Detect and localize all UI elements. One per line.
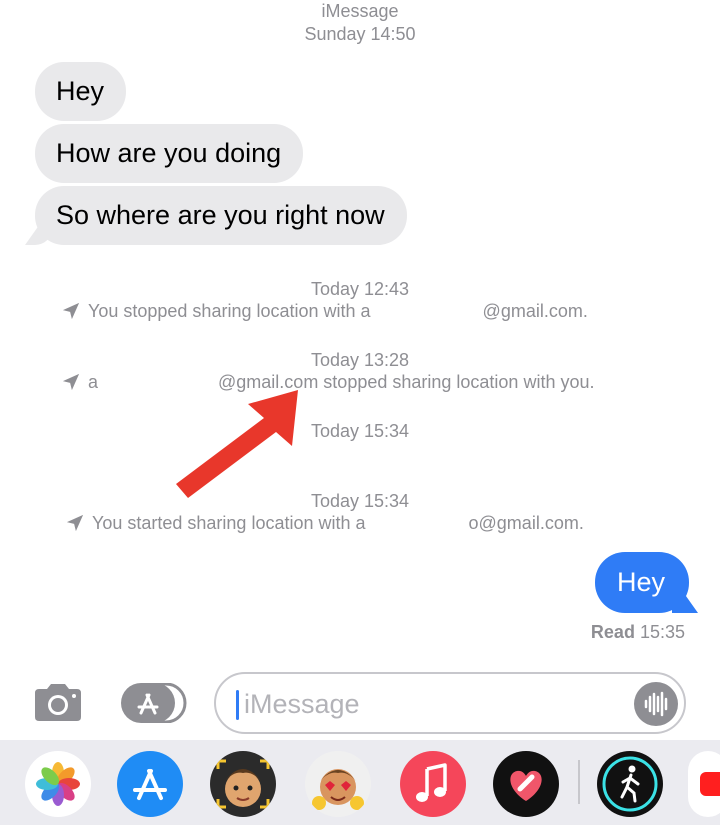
heart-icon: [510, 770, 542, 801]
location-event-email: @gmail.com.: [482, 301, 588, 321]
app-store-icon: [121, 682, 187, 724]
audio-waveform-icon: [644, 691, 668, 717]
memoji-icon: [216, 759, 270, 809]
event-timestamp: Today 13:28: [310, 350, 410, 370]
read-time: 15:35: [639, 622, 685, 642]
app-store-app-icon[interactable]: [117, 751, 183, 817]
event-timestamp: Today 15:34: [310, 491, 410, 511]
memoji-app-icon[interactable]: [210, 751, 276, 817]
message-input[interactable]: iMessage: [214, 672, 686, 734]
audio-message-button[interactable]: [634, 682, 678, 726]
location-arrow-icon: [62, 373, 80, 391]
service-label: iMessage: [321, 1, 399, 21]
read-label: Read: [590, 622, 635, 642]
location-event-text: a: [88, 372, 99, 392]
more-app-icon[interactable]: [688, 751, 720, 817]
conversation-header: iMessage Sunday 14:50: [0, 0, 720, 45]
event-timestamp: Today 12:43: [310, 279, 410, 299]
app-store-button[interactable]: [121, 682, 187, 724]
animoji-icon: [312, 769, 364, 810]
header-timestamp: Sunday 14:50: [304, 24, 416, 44]
outgoing-message[interactable]: Hey: [594, 552, 689, 613]
incoming-message[interactable]: Hey: [35, 62, 127, 121]
compose-bar: iMessage: [0, 672, 720, 734]
location-event-text: You started sharing location with a: [92, 513, 366, 533]
drawer-divider: [578, 760, 580, 804]
fitness-app-icon[interactable]: [597, 751, 663, 817]
digital-touch-app-icon[interactable]: [493, 751, 559, 817]
app-store-icon: [133, 769, 167, 800]
walking-figure-icon: [602, 756, 658, 812]
location-arrow-icon: [62, 302, 80, 320]
location-event-email: o@gmail.com.: [468, 513, 584, 533]
read-receipt: Read 15:35: [591, 621, 685, 643]
event-timestamp: Today 15:34: [310, 421, 410, 441]
location-event-text: You stopped sharing location with a: [88, 301, 371, 321]
text-caret: [236, 690, 239, 720]
incoming-message[interactable]: How are you doing: [35, 124, 304, 183]
photos-app-icon[interactable]: [25, 751, 91, 817]
app-drawer: [0, 740, 720, 825]
photos-icon: [36, 762, 80, 806]
location-event: You started sharing location with a o@gm…: [66, 512, 584, 534]
animoji-app-icon[interactable]: [305, 751, 371, 817]
red-arrow-annotation: [176, 390, 298, 498]
location-event: You stopped sharing location with a @gma…: [62, 300, 588, 322]
location-arrow-icon: [66, 514, 84, 532]
music-note-icon: [416, 763, 447, 802]
camera-button[interactable]: [31, 683, 85, 723]
message-placeholder: iMessage: [244, 689, 360, 719]
music-app-icon[interactable]: [400, 751, 466, 817]
app-icon-partial: [700, 772, 720, 796]
camera-icon: [35, 684, 81, 721]
incoming-message[interactable]: So where are you right now: [35, 186, 407, 245]
location-event: a @gmail.com stopped sharing location wi…: [62, 371, 594, 393]
